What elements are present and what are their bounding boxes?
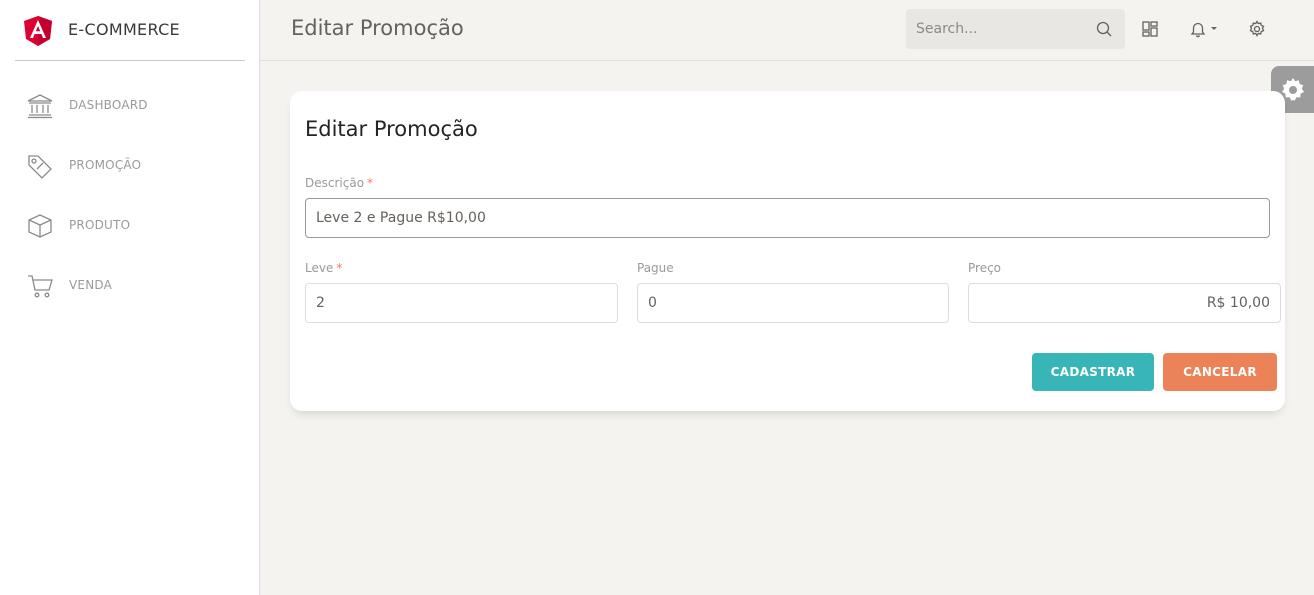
pague-label: Pague [637, 261, 674, 275]
bank-icon [27, 94, 53, 119]
preco-label: Preço [968, 261, 1002, 275]
brand-name: E-COMMERCE [68, 20, 180, 39]
sidebar-item-venda[interactable]: VENDA [0, 255, 259, 315]
bell-icon[interactable] [1189, 20, 1217, 38]
pague-input[interactable] [637, 283, 949, 323]
sidebar-item-dashboard[interactable]: DASHBOARD [0, 75, 259, 135]
sidebar-item-label: PRODUTO [69, 218, 131, 232]
sidebar-item-label: DASHBOARD [69, 98, 148, 112]
descricao-label-text: Descrição [305, 176, 365, 190]
leve-input[interactable] [305, 283, 618, 323]
cart-icon [28, 275, 53, 298]
preco-input[interactable] [968, 283, 1281, 323]
leve-label: Leve * [305, 261, 342, 275]
sidebar-item-promocao[interactable]: PROMOÇÃO [0, 135, 259, 195]
edit-promotion-card: Editar Promoção Descrição* Leve* Pague P… [290, 91, 1285, 411]
brand[interactable]: E-COMMERCE [15, 0, 245, 61]
cancelar-button[interactable]: CANCELAR [1163, 353, 1277, 391]
page-title: Editar Promoção [291, 16, 464, 40]
required-mark: * [367, 176, 374, 190]
cadastrar-button[interactable]: CADASTRAR [1032, 353, 1154, 391]
search-input[interactable] [906, 9, 1091, 49]
sidebar-item-label: VENDA [69, 278, 113, 292]
gear-icon[interactable] [1248, 20, 1266, 38]
sidebar-item-produto[interactable]: PRODUTO [0, 195, 259, 255]
search-icon[interactable] [1096, 21, 1112, 37]
tag-icon [28, 155, 52, 179]
sidebar-nav: DASHBOARD PROMOÇÃO PRODUTO VENDA [0, 75, 259, 315]
box-icon [28, 214, 52, 238]
card-title: Editar Promoção [305, 117, 478, 141]
angular-logo-icon [24, 16, 52, 46]
search-box [906, 9, 1125, 49]
leve-label-text: Leve [305, 261, 334, 275]
topbar: Editar Promoção [260, 0, 1314, 61]
descricao-input[interactable] [305, 198, 1270, 238]
sidebar: E-COMMERCE DASHBOARD PROMOÇÃO PRODUTO VE… [0, 0, 260, 595]
sidebar-item-label: PROMOÇÃO [69, 158, 142, 172]
descricao-label: Descrição * [305, 176, 373, 190]
required-mark: * [336, 261, 343, 275]
dashboard-layout-icon[interactable] [1141, 20, 1159, 38]
